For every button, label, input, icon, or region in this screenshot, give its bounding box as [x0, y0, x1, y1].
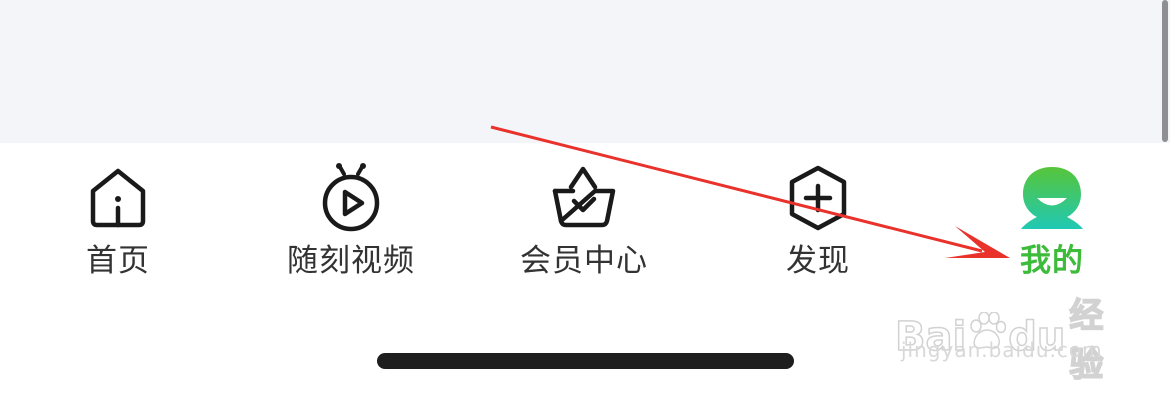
tab-mine[interactable]: 我的 — [952, 163, 1152, 288]
paw-icon — [968, 311, 1007, 362]
tab-discover[interactable]: 发现 — [718, 163, 918, 288]
content-area — [0, 0, 1170, 143]
app-screen: 首页 随刻视频 会员中心 发现 我的 Bai du 经验 jingyan.bai… — [0, 0, 1170, 393]
scrollbar[interactable] — [1162, 0, 1168, 142]
tab-vip-label: 会员中心 — [520, 243, 648, 279]
tab-video-label: 随刻视频 — [287, 243, 415, 279]
watermark-brand-a: Bai — [894, 313, 967, 361]
watermark-url: jingyan.baidu.com — [901, 338, 1103, 362]
plus-hexagon-icon — [783, 163, 853, 233]
watermark-brand-b: du — [1007, 313, 1066, 361]
tab-home[interactable]: 首页 — [18, 163, 218, 288]
tab-vip[interactable]: 会员中心 — [484, 163, 684, 288]
tab-home-label: 首页 — [86, 243, 150, 279]
home-indicator[interactable] — [377, 353, 794, 369]
tab-mine-label: 我的 — [1020, 243, 1084, 279]
profile-avatar-icon — [1017, 163, 1087, 233]
bottom-tab-bar: 首页 随刻视频 会员中心 发现 我的 — [0, 143, 1170, 303]
tab-discover-label: 发现 — [786, 243, 850, 279]
play-circle-icon — [316, 163, 386, 233]
tab-video[interactable]: 随刻视频 — [251, 163, 451, 288]
home-icon — [83, 163, 153, 233]
vip-basket-icon — [549, 163, 619, 233]
